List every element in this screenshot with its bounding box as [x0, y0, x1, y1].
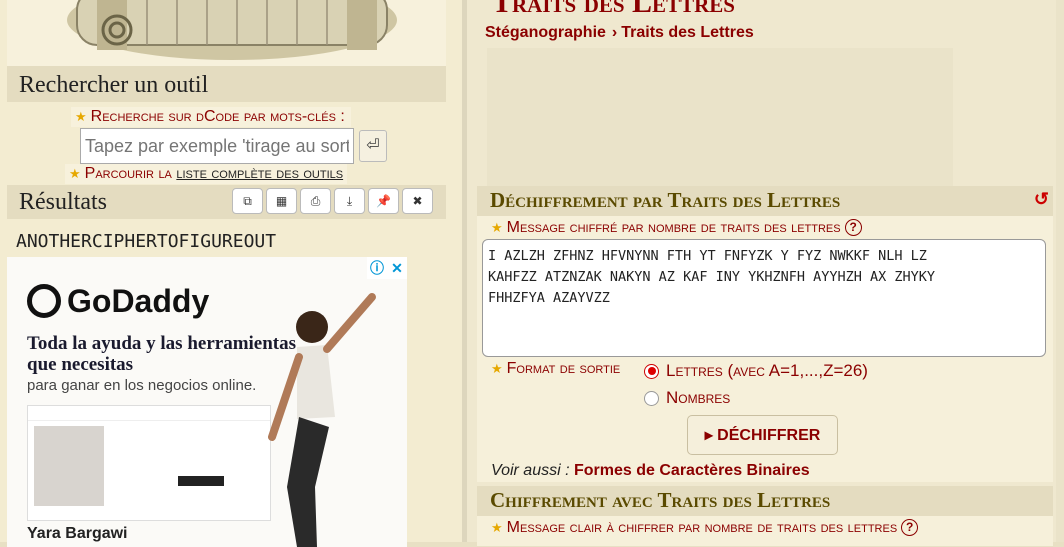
- browse-prefix: Parcourir la: [84, 165, 177, 182]
- cipher-message-label-text: Message chiffré par nombre de traits des…: [506, 219, 841, 236]
- radio-unselected-icon[interactable]: [644, 390, 659, 406]
- close-results-button[interactable]: ✖: [402, 188, 433, 214]
- decrypt-button[interactable]: ▸ DÉCHIFFRER: [687, 415, 838, 455]
- ad-preview-button: [178, 476, 224, 486]
- encrypt-panel: Chiffrement avec Traits des Lettres ★ Mes…: [477, 486, 1053, 546]
- ad-brand-name: GoDaddy: [67, 283, 210, 319]
- reset-icon[interactable]: ↺: [1034, 189, 1049, 210]
- output-format-label-text: Format de sortie: [506, 360, 621, 377]
- print-icon: ⎙: [310, 194, 321, 208]
- star-icon: ★: [69, 166, 81, 181]
- full-tools-list-link[interactable]: liste complète des outils: [176, 165, 343, 182]
- pin-icon: 📌: [376, 194, 391, 208]
- dcode-logo-image[interactable]: [7, 0, 446, 66]
- help-icon[interactable]: ?: [844, 219, 862, 236]
- calculator-icon: ▦: [275, 194, 288, 208]
- breadcrumb-item-traits-des-lettres[interactable]: Traits des Lettres: [621, 24, 754, 41]
- advertisement[interactable]: ⓘ ✕ GoDaddy Toda la ayuda y las herramie…: [7, 257, 407, 547]
- search-box: ⏎: [80, 128, 387, 164]
- browse-tools-row: ★ Parcourir la liste complète des outils: [65, 164, 348, 184]
- decrypt-panel: Déchiffrement par Traits des Lettres ↺ ★…: [477, 186, 1053, 482]
- plain-message-label-text: Message clair à chiffrer par nombre de t…: [506, 519, 898, 536]
- see-also-label: Voir aussi :: [491, 462, 574, 479]
- radio-selected-icon[interactable]: [644, 363, 659, 379]
- ad-placeholder: [487, 48, 953, 186]
- plain-message-label: ★ Message clair à chiffrer par nombre de …: [491, 519, 919, 537]
- results-header: Résultats ⧉ ▦ ⎙ ⤓ 📌 ✖: [7, 185, 446, 219]
- star-icon: ★: [491, 520, 503, 535]
- results-title: Résultats: [19, 189, 107, 215]
- encrypt-panel-title: Chiffrement avec Traits des Lettres: [490, 488, 831, 512]
- ad-yoga-person-image: [268, 293, 376, 547]
- star-icon: ★: [75, 109, 87, 124]
- breadcrumb-item-steganographie[interactable]: Stéganographie: [485, 24, 606, 41]
- format-option-numbers[interactable]: Nombres: [644, 388, 730, 408]
- calculator-button[interactable]: ▦: [266, 188, 297, 214]
- ad-caption: Yara Bargawi: [27, 525, 128, 542]
- breadcrumb: Stéganographie › Traits des Lettres: [485, 24, 754, 42]
- help-icon[interactable]: ?: [901, 519, 919, 536]
- ad-preview-navbar: [28, 406, 270, 421]
- ad-close-icon[interactable]: ✕: [387, 257, 407, 279]
- search-section-header: Rechercher un outil: [7, 66, 446, 102]
- ad-badge[interactable]: ⓘ ✕: [367, 257, 407, 279]
- pin-button[interactable]: 📌: [368, 188, 399, 214]
- copy-button[interactable]: ⧉: [232, 188, 263, 214]
- star-icon: ★: [491, 220, 503, 235]
- search-label: ★ Recherche sur dCode par mots-clés :: [71, 107, 351, 127]
- page-title: Traits des Lettres: [492, 0, 735, 19]
- cipher-message-label: ★ Message chiffré par nombre de traits de…: [491, 219, 862, 237]
- format-option-letters[interactable]: Lettres (avec A=1,...,Z=26): [644, 361, 868, 381]
- cipher-message-textarea[interactable]: I AZLZH ZFHNZ HFVNYNN FTH YT FNFYZK Y FY…: [482, 239, 1046, 357]
- download-button[interactable]: ⤓: [334, 188, 365, 214]
- decrypt-panel-header: Déchiffrement par Traits des Lettres ↺: [477, 186, 1053, 216]
- ad-info-icon[interactable]: ⓘ: [367, 257, 387, 279]
- main-content: Traits des Lettres Stéganographie › Traits…: [467, 0, 1064, 546]
- search-input[interactable]: [80, 128, 354, 164]
- ad-preview-photo: [34, 426, 104, 506]
- close-icon: ✖: [412, 194, 423, 208]
- sidebar: Rechercher un outil ★ Recherche sur dCode…: [0, 0, 462, 547]
- page-scrollbar[interactable]: [1056, 0, 1064, 542]
- breadcrumb-separator: ›: [611, 24, 618, 41]
- output-format-label: ★ Format de sortie: [491, 360, 620, 378]
- search-label-text: Recherche sur dCode par mots-clés :: [90, 108, 345, 125]
- see-also: Voir aussi : Formes de Caractères Binair…: [491, 462, 810, 480]
- encrypt-panel-header: Chiffrement avec Traits des Lettres: [477, 486, 1053, 516]
- ad-subline: para ganar en los negocios online.: [27, 377, 257, 394]
- download-icon: ⤓: [346, 194, 353, 208]
- sidebar-inner: Rechercher un outil ★ Recherche sur dCode…: [7, 0, 446, 547]
- format-option-letters-label: Lettres (avec A=1,...,Z=26): [666, 361, 868, 380]
- decrypt-panel-title: Déchiffrement par Traits des Lettres: [490, 188, 841, 212]
- see-also-link[interactable]: Formes de Caractères Binaires: [574, 462, 810, 479]
- search-submit-button[interactable]: ⏎: [359, 130, 387, 162]
- copy-icon: ⧉: [243, 194, 252, 208]
- result-output: ANOTHERCIPHERTOFIGUREOUT: [16, 231, 277, 252]
- godaddy-logo-icon: [27, 284, 61, 318]
- star-icon: ★: [491, 361, 503, 376]
- search-section-title: Rechercher un outil: [19, 72, 209, 98]
- ad-website-preview: [27, 405, 271, 521]
- ad-brand-logo: GoDaddy: [27, 283, 209, 320]
- format-option-numbers-label: Nombres: [666, 388, 731, 407]
- print-button[interactable]: ⎙: [300, 188, 331, 214]
